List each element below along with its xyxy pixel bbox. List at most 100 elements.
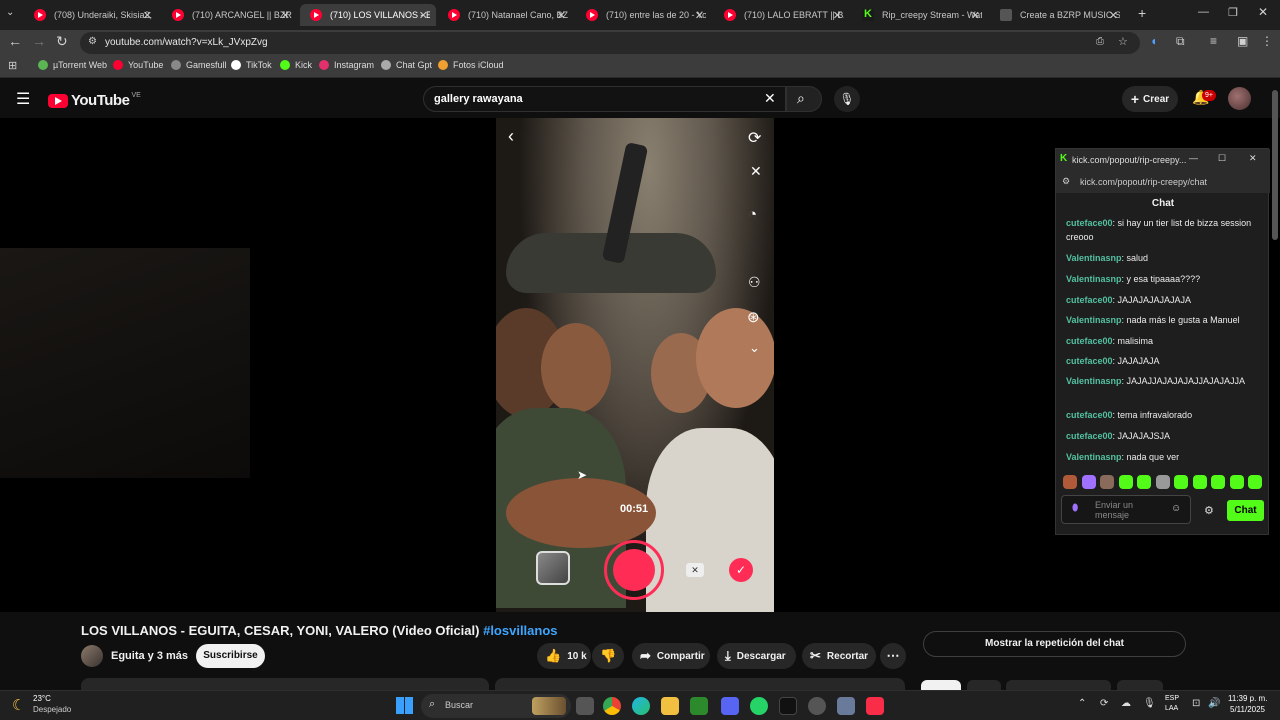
whatsapp-icon[interactable]: [750, 697, 768, 715]
dislike-button[interactable]: 👎: [592, 643, 624, 669]
emote-icon[interactable]: [1081, 475, 1096, 489]
show-chat-replay-button[interactable]: Mostrar la repetición del chat: [923, 631, 1186, 657]
tray-icon-1[interactable]: ⟳: [1100, 698, 1108, 709]
emote-icon[interactable]: [1137, 475, 1151, 489]
chat-username[interactable]: cuteface00: [1066, 218, 1113, 228]
browser-tab[interactable]: Rip_creepy Stream - Wat✕: [852, 4, 988, 26]
more-actions-button[interactable]: ⋯: [880, 643, 906, 669]
tab-close-icon[interactable]: ✕: [557, 9, 566, 22]
task-view-icon[interactable]: [576, 697, 594, 715]
avatar[interactable]: [1228, 87, 1251, 110]
emote-icon[interactable]: [1155, 475, 1170, 489]
discord-icon[interactable]: [721, 697, 739, 715]
chat-username[interactable]: Valentinasnp: [1066, 376, 1122, 386]
popout-maximize-button[interactable]: ☐: [1218, 153, 1226, 164]
emote-icon[interactable]: [1248, 475, 1262, 489]
channel-name[interactable]: Eguita y 3 más: [111, 650, 188, 662]
flash-off-icon[interactable]: ✕: [750, 163, 762, 180]
bookmark-star-icon[interactable]: ☆: [1118, 35, 1128, 48]
filter-chip-all[interactable]: [921, 680, 961, 690]
chat-username[interactable]: cuteface00: [1066, 356, 1113, 366]
download-button[interactable]: ⤓ Descargar: [717, 643, 796, 669]
browser-tab[interactable]: (710) LALO EBRATT || BZR✕: [714, 4, 850, 26]
chat-username[interactable]: Valentinasnp: [1066, 315, 1122, 325]
popout-minimize-button[interactable]: —: [1189, 153, 1198, 163]
tab-close-icon[interactable]: ✕: [971, 9, 980, 22]
chat-username[interactable]: cuteface00: [1066, 295, 1113, 305]
clear-search-icon[interactable]: ✕: [764, 90, 776, 107]
bookmark-item[interactable]: Kick: [280, 60, 312, 70]
description-card[interactable]: [81, 678, 489, 690]
browser-tab[interactable]: (708) Underaiki, Skisia2, I ✕: [24, 4, 160, 26]
file-explorer-icon[interactable]: [661, 697, 679, 715]
restore-window-button[interactable]: ❐: [1228, 6, 1238, 19]
tray-cloud-icon[interactable]: ☁: [1121, 698, 1131, 709]
back-icon[interactable]: ‹: [508, 126, 514, 147]
bookmark-item[interactable]: Fotos iCloud: [438, 60, 504, 70]
taskbar-search[interactable]: ⌕ Buscar: [421, 694, 571, 718]
popout-close-button[interactable]: ✕: [1249, 153, 1257, 164]
emote-icon[interactable]: [1063, 475, 1077, 489]
browser-tab[interactable]: (710) ARCANGEL || BZRP ✕: [162, 4, 298, 26]
emote-icon[interactable]: [1118, 475, 1133, 489]
network-icon[interactable]: ⊡: [1192, 698, 1200, 709]
filter-chip-3[interactable]: [1006, 680, 1111, 690]
confirm-check-icon[interactable]: ✓: [729, 558, 753, 582]
search-input[interactable]: gallery rawayana: [434, 93, 523, 105]
emote-icon[interactable]: [1100, 475, 1114, 489]
address-bar[interactable]: ⚙ youtube.com/watch?v=xLk_JVxpZvg ⎙ ☆: [80, 32, 1140, 54]
youtube-logo[interactable]: YouTube VE: [48, 92, 141, 109]
chat-username[interactable]: cuteface00: [1066, 336, 1113, 346]
tab-close-icon[interactable]: ✕: [833, 9, 842, 22]
page-scrollbar[interactable]: [1272, 90, 1278, 240]
extension-icon[interactable]: ◖: [1150, 34, 1157, 48]
clip-button[interactable]: ✂ Recortar: [802, 643, 876, 669]
discard-icon[interactable]: ✕: [686, 563, 704, 577]
tab-close-icon[interactable]: ✕: [281, 9, 290, 22]
media-control-icon[interactable]: ≡: [1210, 34, 1217, 48]
calculator-icon[interactable]: [837, 697, 855, 715]
tab-close-icon[interactable]: ✕: [419, 9, 428, 22]
windows-start-icon[interactable]: [396, 697, 413, 714]
extensions-puzzle-icon[interactable]: ⧉: [1176, 34, 1185, 49]
tab-search-icon[interactable]: ⌄: [6, 7, 14, 18]
site-info-icon[interactable]: ⚙: [1062, 176, 1070, 187]
channel-avatar[interactable]: [81, 645, 103, 667]
chat-username[interactable]: Valentinasnp: [1066, 452, 1122, 462]
filter-chip-2[interactable]: [967, 680, 1001, 690]
subscribe-button[interactable]: Suscribirse: [196, 644, 265, 668]
timer-icon[interactable]: ◔: [748, 206, 757, 223]
browser-tab[interactable]: (710) entre las de 20 - Yo ✕: [576, 4, 712, 26]
chat-username[interactable]: cuteface00: [1066, 410, 1113, 420]
browser-tab[interactable]: (710) Natanael Cano, BZR ✕: [438, 4, 574, 26]
bookmark-item[interactable]: Instagram: [319, 60, 374, 70]
bookmark-item[interactable]: Gamesfull: [171, 60, 227, 70]
profile-icon[interactable]: ▣: [1237, 34, 1248, 48]
filter-chip-4[interactable]: [1117, 680, 1163, 690]
steam-icon[interactable]: [808, 697, 826, 715]
browser-tab[interactable]: (710) LOS VILLANOS - EG ✕: [300, 4, 436, 26]
emote-icon[interactable]: [1211, 475, 1225, 489]
search-button[interactable]: ⌕: [786, 86, 822, 112]
tiktok-icon[interactable]: [779, 697, 797, 715]
flip-camera-icon[interactable]: ⟳: [748, 128, 761, 148]
show-hidden-icons[interactable]: ⌃: [1078, 698, 1086, 709]
chrome-icon[interactable]: [603, 697, 621, 715]
apple-music-icon[interactable]: [866, 697, 884, 715]
chat-username[interactable]: Valentinasnp: [1066, 253, 1122, 263]
clock-date[interactable]: 5/11/2025: [1230, 705, 1265, 714]
xbox-icon[interactable]: [690, 697, 708, 715]
emote-icon[interactable]: [1192, 475, 1207, 489]
keyboard-layout[interactable]: LAA: [1165, 705, 1178, 712]
new-tab-button[interactable]: +: [1138, 5, 1146, 21]
site-info-icon[interactable]: ⚙: [88, 36, 97, 47]
bookmark-item[interactable]: Chat Gpt: [381, 60, 432, 70]
close-window-button[interactable]: ✕: [1258, 5, 1268, 19]
edge-icon[interactable]: [632, 697, 650, 715]
bookmark-item[interactable]: YouTube: [113, 60, 163, 70]
apps-grid-icon[interactable]: ⊞: [8, 59, 17, 72]
bookmark-item[interactable]: µTorrent Web: [38, 60, 107, 70]
volume-icon[interactable]: 🔊: [1208, 698, 1220, 709]
minimize-window-button[interactable]: —: [1198, 6, 1209, 18]
browser-menu-icon[interactable]: ⋮: [1261, 34, 1273, 48]
